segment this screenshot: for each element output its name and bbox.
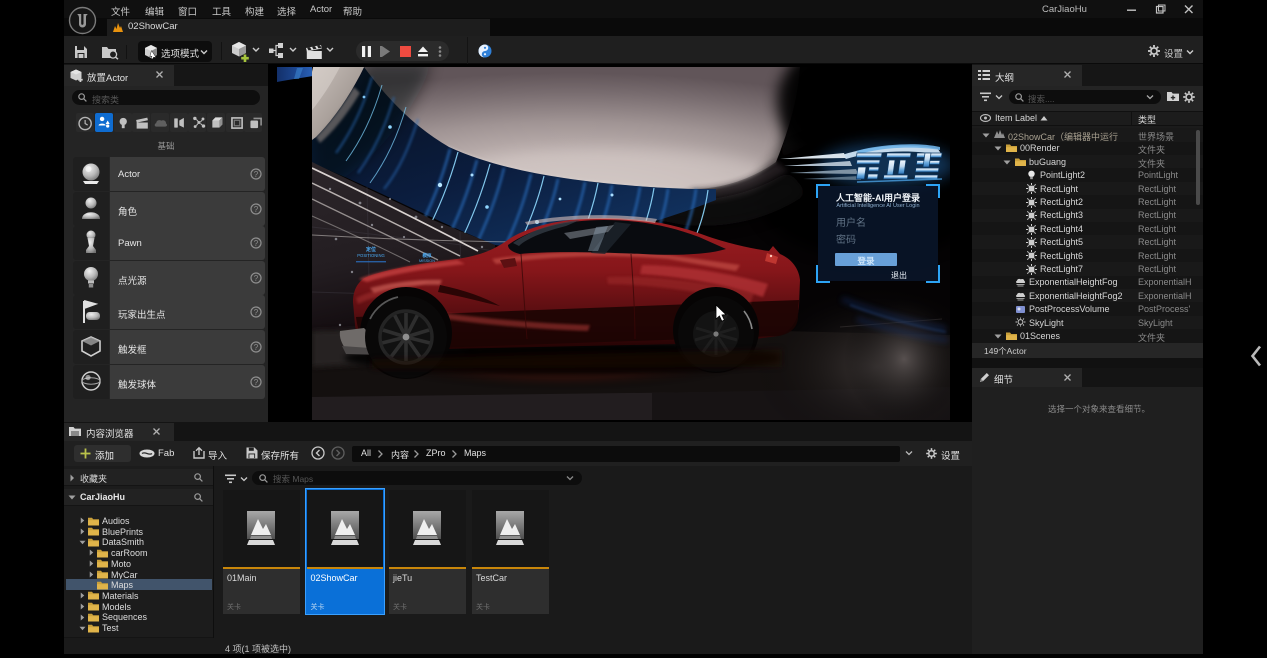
svg-text:定位: 定位: [365, 246, 376, 253]
svg-text:?: ?: [254, 308, 259, 317]
svg-text:?: ?: [254, 170, 259, 179]
svg-text:模拟: 模拟: [422, 252, 432, 259]
svg-text:?: ?: [254, 205, 259, 214]
svg-text:?: ?: [254, 343, 259, 352]
svg-text:?: ?: [254, 274, 259, 283]
svg-text:POSITIONING: POSITIONING: [357, 253, 384, 258]
svg-text:?: ?: [254, 378, 259, 387]
svg-text:?: ?: [254, 239, 259, 248]
